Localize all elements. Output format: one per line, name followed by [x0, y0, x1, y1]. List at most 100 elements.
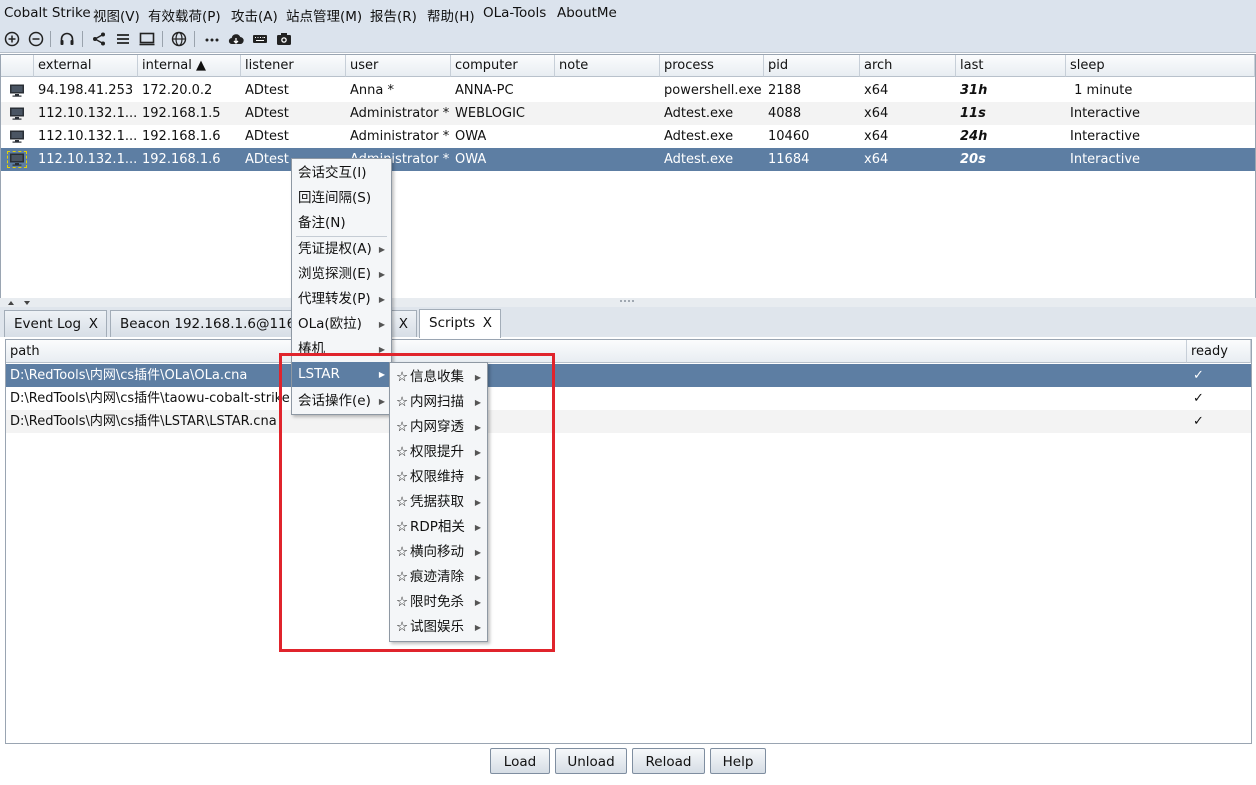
- column-header-computer[interactable]: computer: [451, 55, 555, 77]
- cell-computer: ANNA-PC: [455, 83, 514, 98]
- table-row[interactable]: D:\RedTools\内网\cs插件\taowu-cobalt-strike …: [6, 387, 1251, 410]
- tab-event-log[interactable]: Event Log X: [4, 310, 107, 337]
- cell-note: [555, 125, 660, 148]
- submenu-arrow-icon: ▶: [378, 295, 385, 304]
- menu-item-note[interactable]: 备注(N): [292, 211, 391, 236]
- help-button[interactable]: Help: [710, 748, 766, 774]
- menu-view[interactable]: 视图(V): [93, 5, 140, 25]
- tab-scripts[interactable]: Scripts X: [419, 309, 501, 338]
- scripts-table: path ready D:\RedTools\内网\cs插件\OLa\OLa.c…: [5, 339, 1252, 744]
- cell-external: 112.10.132.1...: [38, 152, 138, 167]
- beacon-monitor-icon: [10, 84, 24, 97]
- column-header-pid[interactable]: pid: [764, 55, 860, 77]
- cell-sleep: 1 minute: [1070, 83, 1133, 98]
- cell-last: 31h: [960, 83, 988, 98]
- column-header-user[interactable]: user: [346, 55, 451, 77]
- cell-sleep: Interactive: [1070, 129, 1141, 144]
- cell-pid: 11684: [768, 152, 810, 167]
- close-icon[interactable]: X: [399, 311, 408, 338]
- cell-internal: 192.168.1.6: [142, 152, 221, 167]
- cell-note: [555, 148, 660, 171]
- cell-pid: 10460: [768, 129, 810, 144]
- cell-ready: ✓: [1193, 414, 1204, 429]
- table-row-selected[interactable]: 112.10.132.1... 192.168.1.6 ADtest Admin…: [1, 148, 1255, 171]
- keyboard-icon[interactable]: [251, 31, 269, 47]
- column-header-arch[interactable]: arch: [860, 55, 956, 77]
- dots-icon[interactable]: [203, 31, 221, 47]
- column-header-last[interactable]: last: [956, 55, 1066, 77]
- toolbar-separator: [194, 31, 195, 47]
- close-icon[interactable]: X: [483, 310, 492, 337]
- menu-report[interactable]: 报告(R): [370, 5, 417, 25]
- menu-item-pivoting[interactable]: 代理转发(P) ▶: [292, 287, 391, 312]
- cell-arch: x64: [864, 152, 889, 167]
- column-header-listener[interactable]: listener: [241, 55, 346, 77]
- menu-attack[interactable]: 攻击(A): [231, 5, 278, 25]
- camera-icon[interactable]: [275, 31, 293, 47]
- headset-icon[interactable]: [58, 31, 76, 47]
- table-row[interactable]: D:\RedTools\内网\cs插件\LSTAR\LSTAR.cna ✓: [6, 410, 1251, 433]
- disconnect-icon[interactable]: [27, 31, 45, 47]
- column-header-path[interactable]: path: [6, 340, 1187, 363]
- cell-computer: OWA: [455, 152, 487, 167]
- menu-help[interactable]: 帮助(H): [427, 5, 475, 25]
- highlight-annotation-box: [279, 353, 555, 652]
- cell-last: 20s: [960, 152, 986, 167]
- cell-internal: 192.168.1.6: [142, 129, 221, 144]
- menu-item-ola[interactable]: OLa(欧拉) ▶: [292, 312, 391, 337]
- tab-label: Event Log: [14, 316, 82, 332]
- column-header-note[interactable]: note: [555, 55, 660, 77]
- submenu-arrow-icon: ▶: [378, 245, 385, 254]
- table-row[interactable]: 112.10.132.1... 192.168.1.6 ADtest Admin…: [1, 125, 1255, 148]
- menubar: Cobalt Strike 视图(V) 有效载荷(P) 攻击(A) 站点管理(M…: [0, 0, 1256, 27]
- menu-item-sleep[interactable]: 回连间隔(S): [292, 186, 391, 211]
- menu-cobalt-strike[interactable]: Cobalt Strike: [4, 5, 91, 21]
- submenu-arrow-icon: ▶: [378, 270, 385, 279]
- cell-internal: 172.20.0.2: [142, 83, 213, 98]
- cell-external: 112.10.132.1...: [38, 129, 138, 144]
- load-button[interactable]: Load: [490, 748, 550, 774]
- column-header-process[interactable]: process: [660, 55, 764, 77]
- beacon-monitor-icon: [10, 107, 24, 120]
- menu-item-credentials-privesc[interactable]: 凭证提权(A) ▶: [292, 237, 391, 262]
- globe-icon[interactable]: [170, 31, 188, 47]
- cell-external: 94.198.41.253: [38, 83, 134, 98]
- column-header-icon[interactable]: [1, 55, 34, 77]
- close-icon[interactable]: X: [89, 311, 98, 338]
- tab-bar: Event Log X Beacon 192.168.1.6@1168 X Sc…: [0, 307, 1256, 338]
- menu-site-management[interactable]: 站点管理(M): [286, 5, 362, 25]
- cloud-icon[interactable]: [227, 31, 245, 47]
- column-header-internal[interactable]: internal ▲: [138, 55, 241, 77]
- cell-listener: ADtest: [245, 83, 289, 98]
- splitter-grip-icon[interactable]: [619, 299, 637, 304]
- cell-note: [555, 79, 660, 102]
- cell-process: Adtest.exe: [664, 106, 734, 121]
- unload-button[interactable]: Unload: [555, 748, 627, 774]
- cell-ready: ✓: [1193, 391, 1204, 406]
- cell-arch: x64: [864, 129, 889, 144]
- cell-user: Anna *: [350, 83, 394, 98]
- menu-item-label: 浏览探测(E): [298, 266, 372, 282]
- column-header-sleep[interactable]: sleep: [1066, 55, 1255, 77]
- column-header-ready[interactable]: ready: [1187, 340, 1251, 363]
- menu-aboutme[interactable]: AboutMe: [557, 5, 617, 21]
- menu-ola-tools[interactable]: OLa-Tools: [483, 5, 546, 21]
- connect-icon[interactable]: [3, 31, 21, 47]
- table-row[interactable]: 112.10.132.1... 192.168.1.5 ADtest Admin…: [1, 102, 1255, 125]
- list-icon[interactable]: [114, 31, 132, 47]
- menu-item-explore[interactable]: 浏览探测(E) ▶: [292, 262, 391, 287]
- column-header-external[interactable]: external: [34, 55, 138, 77]
- beacon-monitor-icon: [10, 130, 24, 143]
- menu-item-label: OLa(欧拉): [298, 316, 362, 332]
- menu-item-label: 代理转发(P): [298, 291, 371, 307]
- menu-item-session-interact[interactable]: 会话交互(I): [292, 161, 391, 186]
- monitor-icon[interactable]: [138, 31, 156, 47]
- cell-note: [555, 102, 660, 125]
- reload-button[interactable]: Reload: [632, 748, 705, 774]
- table-row[interactable]: 94.198.41.253 172.20.0.2 ADtest Anna * A…: [1, 79, 1255, 102]
- share-icon[interactable]: [90, 31, 108, 47]
- splitter-arrows-icon[interactable]: [6, 299, 34, 306]
- pane-splitter[interactable]: [0, 298, 1256, 307]
- menu-payload[interactable]: 有效载荷(P): [148, 5, 221, 25]
- table-row-selected[interactable]: D:\RedTools\内网\cs插件\OLa\OLa.cna ✓: [6, 364, 1251, 387]
